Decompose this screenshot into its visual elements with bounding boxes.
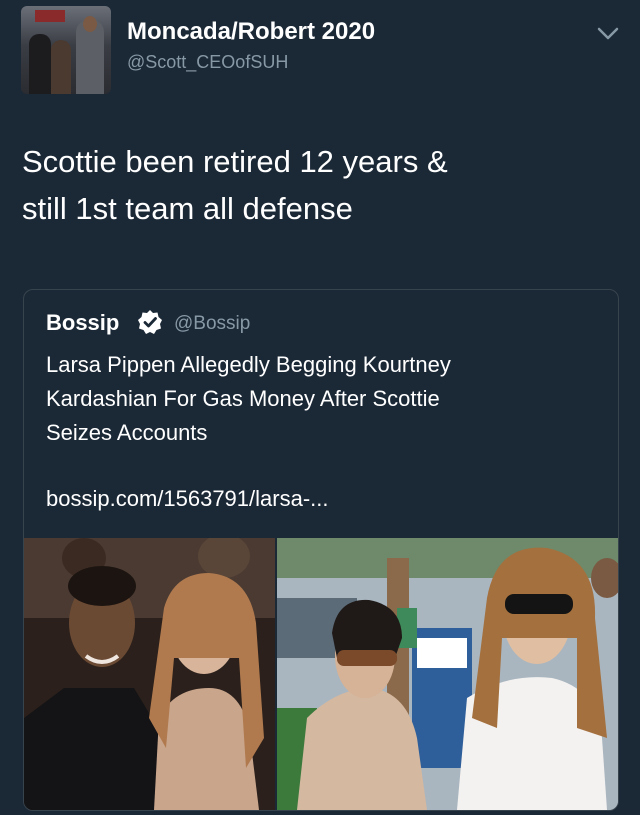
quoted-tweet-card[interactable]: Bossip @Bossip Larsa Pippen Allegedly Be… (23, 289, 619, 811)
quoted-text-line: Larsa Pippen Allegedly Begging Kourtney (46, 352, 451, 377)
quoted-text-line: Seizes Accounts (46, 420, 208, 445)
quoted-text-line: Kardashian For Gas Money After Scottie (46, 386, 440, 411)
verified-badge-icon (138, 310, 162, 334)
quoted-text: Larsa Pippen Allegedly Begging Kourtney … (46, 348, 586, 450)
author-display-name[interactable]: Moncada/Robert 2020 (127, 18, 375, 46)
avatar-person (29, 34, 51, 94)
author-avatar[interactable] (21, 6, 111, 94)
tweet-text-line: still 1st team all defense (22, 191, 353, 226)
avatar-sign (35, 10, 65, 22)
quoted-link[interactable]: bossip.com/1563791/larsa-... (46, 486, 329, 512)
avatar-person (51, 40, 71, 94)
author-handle[interactable]: @Scott_CEOofSUH (127, 52, 288, 73)
tweet-text: Scottie been retired 12 years & still 1s… (22, 138, 612, 232)
couple-photo (24, 538, 275, 810)
chevron-down-icon[interactable] (596, 26, 620, 42)
quoted-photo-right[interactable] (277, 538, 618, 810)
avatar-head (83, 16, 97, 32)
quoted-photo-left[interactable] (24, 538, 275, 810)
quoted-author-name[interactable]: Bossip (46, 310, 119, 336)
street-photo (277, 538, 618, 810)
quoted-author-handle[interactable]: @Bossip (174, 313, 250, 335)
tweet-text-line: Scottie been retired 12 years & (22, 144, 448, 179)
